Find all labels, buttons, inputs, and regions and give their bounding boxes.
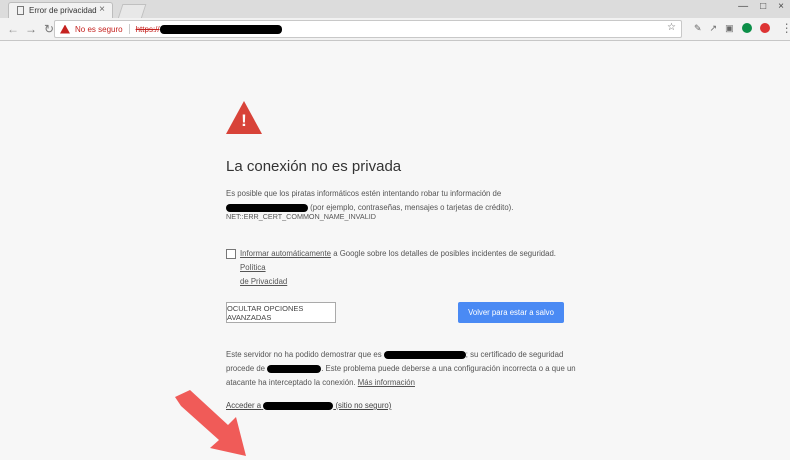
error-code: NET::ERR_CERT_COMMON_NAME_INVALID: [226, 212, 376, 221]
redacted-domain: [159, 24, 282, 34]
browser-chrome: Error de privacidad × — □ × ← → ↻ No es …: [0, 0, 790, 41]
report-text: a Google sobre los detalles de posibles …: [333, 249, 556, 258]
extension-cursor-icon[interactable]: ↗: [710, 23, 718, 34]
red-arrow-icon: [175, 390, 246, 456]
report-option: Informar automáticamente a Google sobre …: [226, 247, 576, 289]
url-protocol: https://: [135, 24, 160, 34]
forward-icon[interactable]: →: [22, 22, 40, 36]
minimize-icon[interactable]: —: [738, 1, 748, 12]
extension-green-icon[interactable]: [741, 23, 752, 33]
description-text-2: (por ejemplo, contraseñas, mensajes o ta…: [310, 203, 514, 212]
details-text-1: Este servidor no ha podido demostrar que…: [226, 350, 382, 359]
not-secure-label: No es seguro: [75, 24, 123, 34]
extension-adblock-icon[interactable]: [759, 23, 770, 33]
window-controls: — □ ×: [738, 1, 784, 12]
report-checkbox[interactable]: [226, 249, 236, 259]
document-icon: [17, 6, 24, 15]
close-tab-icon[interactable]: ×: [99, 4, 105, 15]
hide-advanced-button[interactable]: OCULTAR OPCIONES AVANZADAS: [226, 302, 336, 323]
address-bar[interactable]: No es seguro https:// ☆: [54, 20, 682, 38]
privacy-warning-icon: !: [226, 101, 262, 134]
redacted-server-name: [383, 350, 466, 359]
more-info-link[interactable]: Más información: [358, 378, 415, 387]
maximize-icon[interactable]: □: [760, 1, 766, 12]
close-window-icon[interactable]: ×: [778, 1, 784, 12]
page-title: La conexión no es privada: [226, 158, 402, 175]
redacted-proceed-site: [263, 401, 334, 410]
extensions: ✎ ↗ ▣ ⋮: [694, 21, 790, 35]
back-to-safety-button[interactable]: Volver para estar a salvo: [458, 302, 564, 323]
description-text-1: Es posible que los piratas informáticos …: [226, 189, 502, 198]
redacted-site: [226, 203, 308, 212]
privacy-error-page: ! La conexión no es privada Es posible q…: [0, 41, 790, 456]
tab-title: Error de privacidad: [29, 6, 97, 15]
toolbar: ← → ↻ No es seguro https:// ☆ ✎ ↗ ▣ ⋮: [0, 18, 790, 40]
description: Es posible que los piratas informáticos …: [226, 187, 586, 215]
warning-icon: [60, 24, 70, 34]
privacy-policy-link-1[interactable]: Política: [240, 263, 266, 272]
report-text-block: Informar automáticamente a Google sobre …: [240, 247, 576, 289]
separator: [128, 24, 130, 34]
star-icon[interactable]: ☆: [667, 22, 676, 33]
new-tab-button[interactable]: [117, 4, 147, 19]
privacy-policy-link-2[interactable]: de Privacidad: [240, 277, 287, 286]
back-icon[interactable]: ←: [4, 22, 22, 36]
redacted-issuer: [267, 364, 322, 373]
proceed-suffix: (sitio no seguro): [335, 401, 392, 410]
report-link[interactable]: Informar automáticamente: [240, 249, 331, 258]
menu-icon[interactable]: ⋮: [781, 21, 790, 35]
extension-pen-icon[interactable]: ✎: [694, 23, 702, 34]
advanced-details: Este servidor no ha podido demostrar que…: [226, 348, 586, 390]
tab-privacy-error[interactable]: Error de privacidad ×: [8, 2, 113, 18]
extension-puzzle-icon[interactable]: ▣: [725, 23, 734, 34]
